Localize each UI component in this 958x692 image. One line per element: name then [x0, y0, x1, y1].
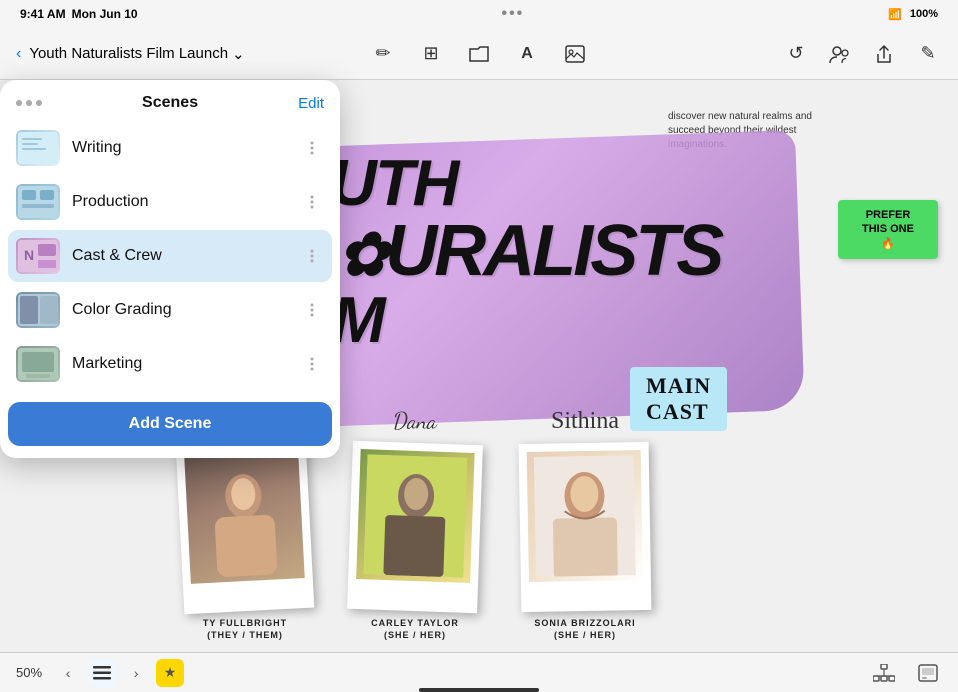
cast-member-3: Sithina SONIA BRIZZOLARI(SHE / HER) — [520, 408, 650, 642]
panel-dot-1 — [16, 100, 22, 106]
scene-list: Writing Production — [0, 122, 340, 390]
scene-thumb-cast-crew: N — [16, 238, 60, 274]
status-bar-dots: ••• — [501, 5, 524, 23]
add-scene-button[interactable]: Add Scene — [8, 402, 332, 446]
status-bar-right: 📶 100% — [888, 8, 938, 21]
nav-next-button[interactable]: › — [122, 659, 150, 687]
image-tool-icon[interactable] — [561, 40, 589, 68]
scene-thumb-production — [16, 184, 60, 220]
toolbar: ‹ Youth Naturalists Film Launch ⌄ ✏ ⊞ A … — [0, 28, 958, 80]
panel-edit-button[interactable]: Edit — [298, 95, 324, 112]
folder-icon[interactable] — [465, 40, 493, 68]
draw-tool-icon[interactable]: ✏ — [369, 40, 397, 68]
scene-more-color-grading[interactable] — [300, 298, 324, 322]
scene-name-cast-crew: Cast & Crew — [72, 247, 300, 265]
cast-name-3: SONIA BRIZZOLARI(SHE / HER) — [534, 617, 635, 642]
panel-dots[interactable] — [16, 100, 42, 106]
scene-thumb-marketing — [16, 346, 60, 382]
slide-view-icon[interactable] — [914, 659, 942, 687]
scene-more-marketing[interactable] — [300, 352, 324, 376]
chevron-down-icon: ⌄ — [232, 45, 245, 63]
bottom-toolbar-left: 50% ‹ › ★ — [16, 659, 184, 687]
battery: 100% — [910, 8, 938, 20]
back-button[interactable]: ‹ — [16, 45, 21, 63]
bottom-toolbar-right — [870, 659, 942, 687]
toolbar-center: ✏ ⊞ A — [369, 40, 589, 68]
scene-thumb-color-grading — [16, 292, 60, 328]
scene-name-color-grading: Color Grading — [72, 301, 300, 319]
scene-item-writing[interactable]: Writing — [8, 122, 332, 174]
scene-item-color-grading[interactable]: Color Grading — [8, 284, 332, 336]
edit-icon[interactable]: ✎ — [914, 40, 942, 68]
wifi-icon: 📶 — [888, 8, 902, 21]
back-icon: ‹ — [16, 45, 21, 63]
polaroid-3 — [519, 442, 652, 612]
scenes-panel: Scenes Edit Writing — [0, 80, 340, 458]
history-icon[interactable]: ↺ — [782, 40, 810, 68]
nav-star-button[interactable]: ★ — [156, 659, 184, 687]
sticky-note: PREFERTHIS ONE🔥 — [838, 200, 938, 259]
polaroid-1 — [176, 440, 315, 615]
doc-title-text: Youth Naturalists Film Launch — [29, 45, 228, 62]
panel-title: Scenes — [142, 94, 198, 112]
photo-3 — [527, 450, 643, 582]
nav-prev-button[interactable]: ‹ — [54, 659, 82, 687]
scene-name-production: Production — [72, 193, 300, 211]
panel-dot-2 — [26, 100, 32, 106]
nav-list-button[interactable] — [88, 659, 116, 687]
cast-signature-2: Dana — [393, 409, 437, 435]
polaroid-2 — [347, 441, 483, 613]
cast-signature-3: Sithina — [551, 408, 619, 435]
scene-item-marketing[interactable]: Marketing — [8, 338, 332, 390]
scene-name-marketing: Marketing — [72, 355, 300, 373]
scene-more-cast-crew[interactable] — [300, 244, 324, 268]
cast-name-2: CARLEY TAYLOR(SHE / HER) — [371, 617, 459, 642]
panel-header: Scenes Edit — [0, 80, 340, 122]
scene-more-writing[interactable] — [300, 136, 324, 160]
sticky-note-text: PREFERTHIS ONE🔥 — [862, 209, 914, 250]
panel-dot-3 — [36, 100, 42, 106]
cast-member-2: Dana CARLEY TAYLOR(SHE / HER) — [350, 409, 480, 642]
scene-thumb-writing — [16, 130, 60, 166]
text-tool-icon[interactable]: A — [513, 40, 541, 68]
photo-2 — [356, 449, 474, 583]
svg-text:N: N — [24, 247, 34, 263]
toolbar-right: ↺ ✎ — [782, 40, 942, 68]
scene-item-cast-crew[interactable]: N Cast & Crew — [8, 230, 332, 282]
hierarchy-icon[interactable] — [870, 659, 898, 687]
share-icon[interactable] — [870, 40, 898, 68]
photo-1 — [184, 448, 305, 584]
time: 9:41 AM — [20, 7, 66, 21]
cast-name-1: TY FULLBRIGHT(THEY / THEM) — [203, 617, 287, 642]
bottom-nav: ‹ › ★ — [54, 659, 184, 687]
home-indicator — [419, 688, 539, 692]
grid-icon[interactable]: ⊞ — [417, 40, 445, 68]
scene-item-production[interactable]: Production — [8, 176, 332, 228]
status-bar: 9:41 AM Mon Jun 10 ••• 📶 100% — [0, 0, 958, 28]
scene-name-writing: Writing — [72, 139, 300, 157]
scene-more-production[interactable] — [300, 190, 324, 214]
collaborate-icon[interactable] — [826, 40, 854, 68]
date: Mon Jun 10 — [72, 7, 138, 21]
bottom-toolbar: 50% ‹ › ★ — [0, 652, 958, 692]
zoom-level[interactable]: 50% — [16, 665, 42, 680]
doc-title[interactable]: Youth Naturalists Film Launch ⌄ — [29, 45, 244, 63]
status-bar-left: 9:41 AM Mon Jun 10 — [20, 7, 138, 21]
